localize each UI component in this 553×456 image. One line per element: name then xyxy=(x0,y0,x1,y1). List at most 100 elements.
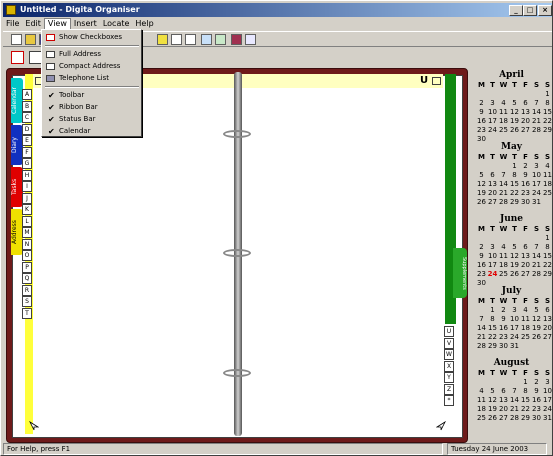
letter-tab-m[interactable]: M xyxy=(22,227,32,238)
calendar-day[interactable]: 21 xyxy=(476,333,487,342)
calendar-day[interactable]: 30 xyxy=(531,414,542,423)
calendar-day[interactable]: 1 xyxy=(542,90,553,99)
menu-item-calendar[interactable]: ✔ Calendar xyxy=(45,126,139,137)
calendar-day[interactable]: 19 xyxy=(509,117,520,126)
calendar-day[interactable]: 24 xyxy=(487,126,498,135)
calendar-day[interactable]: 22 xyxy=(509,189,520,198)
calendar-day[interactable]: 15 xyxy=(509,180,520,189)
letter-tab-l[interactable]: L xyxy=(22,215,32,227)
calendar-day[interactable]: 28 xyxy=(476,342,487,351)
calendar-day[interactable]: 30 xyxy=(520,198,531,207)
month-title[interactable]: May xyxy=(471,142,552,153)
letter-tab-z[interactable]: Z xyxy=(444,383,454,395)
letter-tab-other[interactable]: * xyxy=(444,395,454,406)
calendar-day[interactable]: 25 xyxy=(520,333,531,342)
calendar-day[interactable]: 19 xyxy=(476,189,487,198)
calendar-day[interactable]: 3 xyxy=(509,306,520,315)
calendar-day[interactable]: 14 xyxy=(531,108,542,117)
letter-tab-n[interactable]: N xyxy=(22,238,32,250)
page-turn-left-icon[interactable] xyxy=(29,421,39,431)
calendar-day[interactable]: 9 xyxy=(476,252,487,261)
letter-tab-c[interactable]: C xyxy=(22,112,32,123)
calendar-day[interactable]: 14 xyxy=(531,252,542,261)
calendar-day[interactable]: 4 xyxy=(498,243,509,252)
menu-item-compact-address[interactable]: Compact Address xyxy=(45,61,139,72)
calendar-day[interactable]: 25 xyxy=(476,414,487,423)
calendar-day[interactable]: 11 xyxy=(498,252,509,261)
calendar-day[interactable]: 18 xyxy=(498,261,509,270)
calendar-day[interactable]: 23 xyxy=(476,126,487,135)
calendar-day[interactable]: 1 xyxy=(542,234,553,243)
calendar-day[interactable]: 15 xyxy=(542,252,553,261)
calendar-day[interactable]: 10 xyxy=(542,387,553,396)
calendar-day[interactable]: 24 xyxy=(531,189,542,198)
calendar-day[interactable]: 17 xyxy=(542,396,553,405)
calendar-day[interactable]: 11 xyxy=(498,108,509,117)
letter-tab-i[interactable]: I xyxy=(22,181,32,192)
calendar-day[interactable]: 30 xyxy=(498,342,509,351)
calendar-day[interactable]: 21 xyxy=(498,189,509,198)
calendar-day[interactable]: 2 xyxy=(476,99,487,108)
calendar-day[interactable]: 4 xyxy=(498,99,509,108)
calendar-day[interactable]: 25 xyxy=(498,126,509,135)
calendar-day[interactable]: 23 xyxy=(476,270,487,279)
month-title[interactable]: July xyxy=(471,286,552,297)
calendar-day[interactable]: 25 xyxy=(542,189,553,198)
calendar-day[interactable]: 27 xyxy=(487,198,498,207)
calendar-day[interactable]: 15 xyxy=(520,396,531,405)
calendar-day[interactable]: 19 xyxy=(487,405,498,414)
calendar-day[interactable]: 4 xyxy=(542,162,553,171)
calendar-day[interactable]: 18 xyxy=(520,324,531,333)
minimize-button[interactable]: _ xyxy=(509,5,523,16)
calendar-day[interactable]: 4 xyxy=(520,306,531,315)
calendar-day[interactable]: 8 xyxy=(542,243,553,252)
letter-tab-e[interactable]: E xyxy=(22,135,32,146)
envelope-icon-right[interactable] xyxy=(432,77,441,85)
letter-tab-f[interactable]: F xyxy=(22,146,32,158)
checkbox-view-icon[interactable] xyxy=(11,51,24,64)
calendar-day[interactable]: 10 xyxy=(487,108,498,117)
calendar-day[interactable]: 9 xyxy=(520,171,531,180)
find-icon[interactable] xyxy=(157,34,168,45)
calendar-day[interactable]: 9 xyxy=(531,387,542,396)
calendar-day[interactable]: 21 xyxy=(509,405,520,414)
open-icon[interactable] xyxy=(25,34,36,45)
month-title[interactable]: June xyxy=(471,214,552,225)
letter-tab-u[interactable]: U xyxy=(444,326,454,337)
calendar-day[interactable]: 29 xyxy=(520,414,531,423)
month-title[interactable]: August xyxy=(471,358,552,369)
calendar-day[interactable]: 18 xyxy=(542,180,553,189)
calendar-day[interactable]: 16 xyxy=(520,180,531,189)
letter-tab-h[interactable]: H xyxy=(22,169,32,181)
calendar-day[interactable]: 12 xyxy=(476,180,487,189)
calendar-day[interactable]: 23 xyxy=(531,405,542,414)
calendar-day[interactable]: 3 xyxy=(487,99,498,108)
calendar-day[interactable]: 29 xyxy=(509,198,520,207)
calendar-day[interactable]: 2 xyxy=(531,378,542,387)
insert-page-icon[interactable] xyxy=(171,34,182,45)
letter-tab-q[interactable]: Q xyxy=(22,273,32,284)
calendar-day[interactable]: 22 xyxy=(542,117,553,126)
calendar-day[interactable]: 24 xyxy=(509,333,520,342)
calendar-day[interactable]: 20 xyxy=(498,405,509,414)
menu-file[interactable]: File xyxy=(3,18,22,30)
calendar-day[interactable]: 16 xyxy=(476,117,487,126)
letter-tab-b[interactable]: B xyxy=(22,100,32,112)
month-title[interactable]: April xyxy=(471,70,552,81)
calendar-day[interactable]: 13 xyxy=(520,108,531,117)
letter-tab-w[interactable]: W xyxy=(444,349,454,360)
new-icon[interactable] xyxy=(11,34,22,45)
calendar-day[interactable]: 31 xyxy=(542,414,553,423)
calendar-day[interactable]: 2 xyxy=(520,162,531,171)
calendar-day[interactable]: 17 xyxy=(531,180,542,189)
calendar-day[interactable]: 7 xyxy=(531,243,542,252)
letter-tab-y[interactable]: Y xyxy=(444,372,454,383)
calendar-day[interactable]: 15 xyxy=(542,108,553,117)
menu-item-toolbar[interactable]: ✔ Toolbar xyxy=(45,90,139,101)
letter-tab-x[interactable]: X xyxy=(444,360,454,372)
calendar-day[interactable]: 14 xyxy=(498,180,509,189)
calendar-day[interactable]: 5 xyxy=(476,171,487,180)
calendar-day[interactable]: 17 xyxy=(487,117,498,126)
calendar-day[interactable]: 2 xyxy=(498,306,509,315)
calendar-day[interactable]: 13 xyxy=(487,180,498,189)
